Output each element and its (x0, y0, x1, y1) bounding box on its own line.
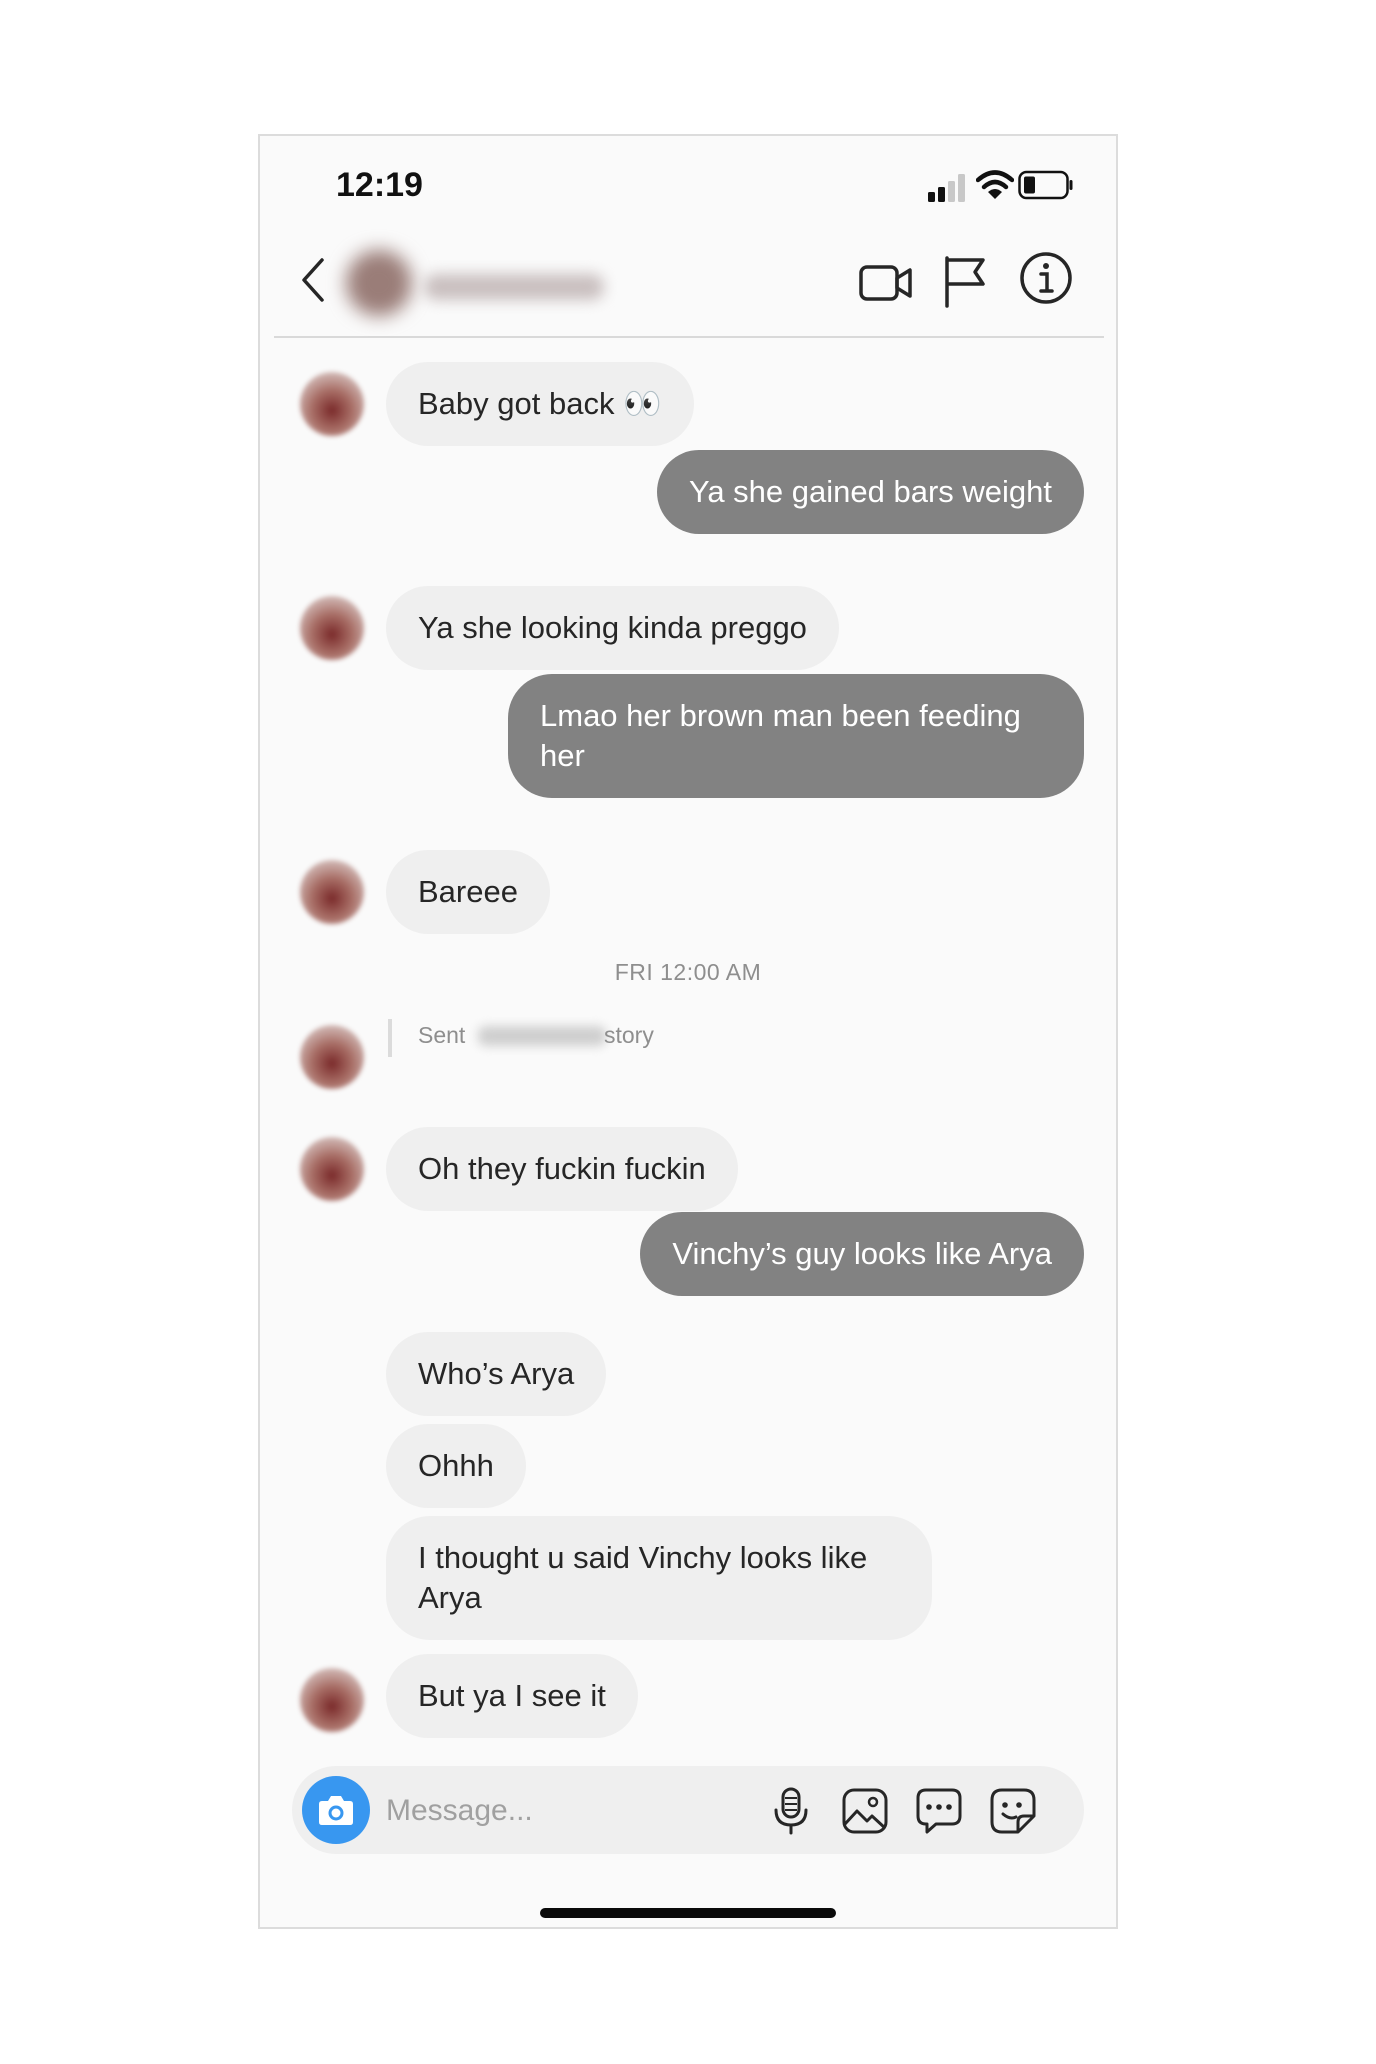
home-indicator[interactable] (540, 1908, 836, 1918)
sender-avatar[interactable] (300, 1668, 364, 1732)
chat-header (274, 228, 1104, 338)
info-icon[interactable] (1018, 250, 1074, 306)
contact-avatar[interactable] (346, 250, 412, 316)
incoming-message-bubble[interactable]: Bareee (386, 850, 550, 934)
video-camera-icon[interactable] (858, 258, 914, 308)
camera-icon (319, 1796, 353, 1825)
message-input[interactable] (384, 1780, 648, 1842)
flag-icon[interactable] (942, 254, 988, 308)
story-owner-redacted[interactable] (478, 1026, 606, 1046)
camera-button[interactable] (302, 1776, 370, 1844)
sender-avatar[interactable] (300, 1025, 364, 1089)
cellular-signal-icon (928, 174, 965, 202)
speech-bubble-icon[interactable] (914, 1786, 964, 1836)
incoming-message-bubble[interactable]: Ya she looking kinda preggo (386, 586, 839, 670)
incoming-message-bubble[interactable]: Who’s Arya (386, 1332, 607, 1416)
microphone-icon[interactable] (766, 1786, 816, 1836)
phone-screen: 12:19 Baby got back 👀 Ya she gained bars… (258, 134, 1118, 1929)
sender-avatar[interactable] (300, 860, 364, 924)
battery-icon (1018, 170, 1073, 200)
story-reply-suffix: story (604, 1022, 654, 1048)
back-chevron-icon[interactable] (292, 252, 336, 308)
image-icon[interactable] (840, 1786, 890, 1836)
incoming-message-bubble[interactable]: But ya I see it (386, 1654, 638, 1738)
sender-avatar[interactable] (300, 1137, 364, 1201)
wifi-icon (976, 170, 1014, 199)
contact-name-redacted[interactable] (424, 274, 604, 300)
incoming-message-bubble[interactable]: Ohhh (386, 1424, 526, 1508)
conversation-timestamp: FRI 12:00 AM (614, 959, 762, 985)
incoming-message-bubble[interactable]: I thought u said Vinchy looks like Arya (386, 1516, 932, 1640)
incoming-message-bubble[interactable]: Oh they fuckin fuckin (386, 1127, 738, 1211)
sender-avatar[interactable] (300, 372, 364, 436)
message-composer (292, 1766, 1084, 1854)
sender-avatar[interactable] (300, 596, 364, 660)
story-reply-prefix: Sent (418, 1022, 466, 1048)
story-reply-divider (388, 1019, 392, 1057)
outgoing-message-bubble[interactable]: Lmao her brown man been feeding her (508, 674, 1084, 798)
incoming-message-bubble[interactable]: Baby got back 👀 (386, 362, 694, 446)
outgoing-message-bubble[interactable]: Vinchy’s guy looks like Arya (640, 1212, 1084, 1296)
outgoing-message-bubble[interactable]: Ya she gained bars weight (656, 450, 1084, 534)
status-time: 12:19 (336, 166, 423, 204)
sticker-icon[interactable] (988, 1786, 1038, 1836)
